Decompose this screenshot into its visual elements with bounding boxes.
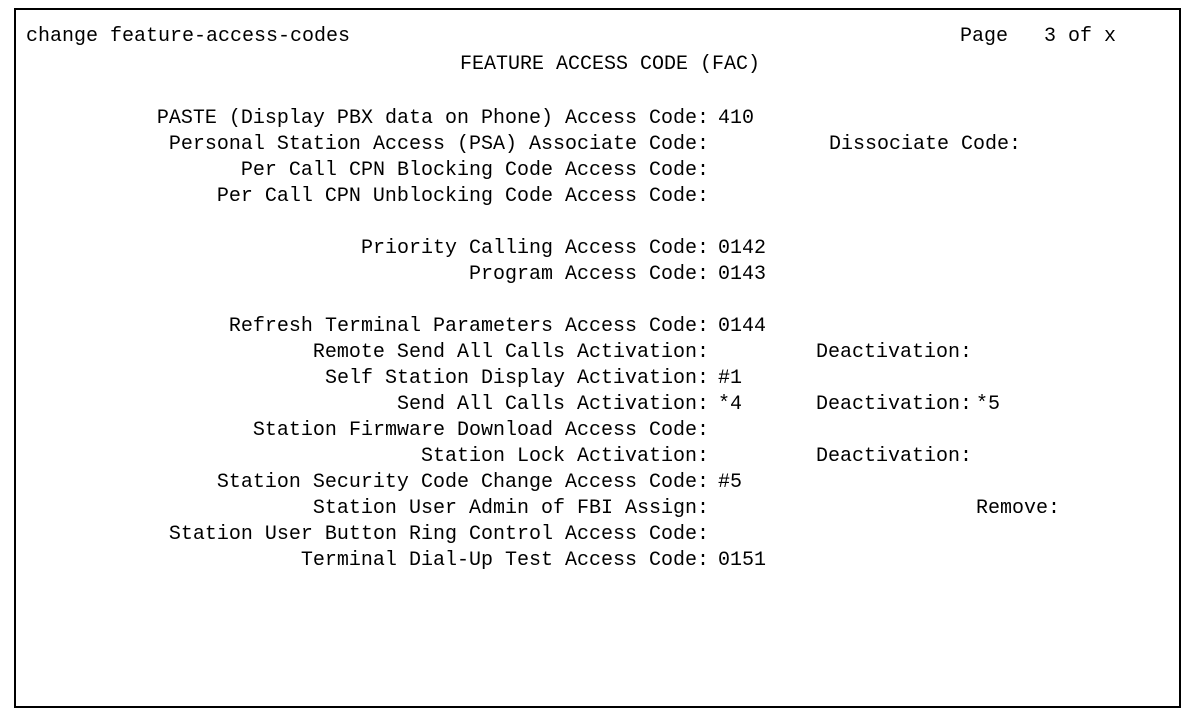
dial-up-test-label: Terminal Dial-Up Test Access Code: [300,549,709,572]
remote-sac-deactivation-label: Deactivation: [816,341,973,364]
sac-activation-value[interactable]: *4 [718,392,742,418]
button-ring-control-label: Station User Button Ring Control Access … [168,523,709,546]
firmware-download-label: Station Firmware Download Access Code: [252,419,709,442]
sac-deactivation-value[interactable]: *5 [976,392,1000,418]
page-indicator: Page 3 of x [960,25,1117,48]
priority-calling-value[interactable]: 0142 [718,236,766,262]
fbi-assign-label: Station User Admin of FBI Assign: [312,497,709,520]
paste-value[interactable]: 410 [718,106,754,132]
paste-label: PASTE (Display PBX data on Phone) Access… [156,107,709,130]
sac-deactivation-label: Deactivation: [816,393,973,416]
priority-calling-label: Priority Calling Access Code: [360,237,709,260]
security-code-change-value[interactable]: #5 [718,470,742,496]
terminal-screen: change feature-access-codes Page 3 of x … [14,8,1181,708]
psa-associate-label: Personal Station Access (PSA) Associate … [168,133,709,156]
self-station-display-value[interactable]: #1 [718,366,742,392]
station-lock-activation-label: Station Lock Activation: [420,445,709,468]
cpn-blocking-label: Per Call CPN Blocking Code Access Code: [240,159,709,182]
self-station-display-label: Self Station Display Activation: [324,367,709,390]
form-title: FEATURE ACCESS CODE (FAC) [460,53,761,76]
remote-sac-activation-label: Remote Send All Calls Activation: [312,341,709,364]
dial-up-test-value[interactable]: 0151 [718,548,766,574]
command-line: change feature-access-codes [26,25,351,48]
fbi-remove-label: Remove: [976,497,1061,520]
refresh-terminal-value[interactable]: 0144 [718,314,766,340]
program-value[interactable]: 0143 [718,262,766,288]
station-lock-deactivation-label: Deactivation: [816,445,973,468]
program-label: Program Access Code: [468,263,709,286]
security-code-change-label: Station Security Code Change Access Code… [216,471,709,494]
psa-dissociate-label: Dissociate Code: [829,133,1022,156]
sac-activation-label: Send All Calls Activation: [396,393,709,416]
cpn-unblocking-label: Per Call CPN Unblocking Code Access Code… [216,185,709,208]
refresh-terminal-label: Refresh Terminal Parameters Access Code: [228,315,709,338]
row-dial-up-test: Terminal Dial-Up Test Access Code: [16,548,716,626]
